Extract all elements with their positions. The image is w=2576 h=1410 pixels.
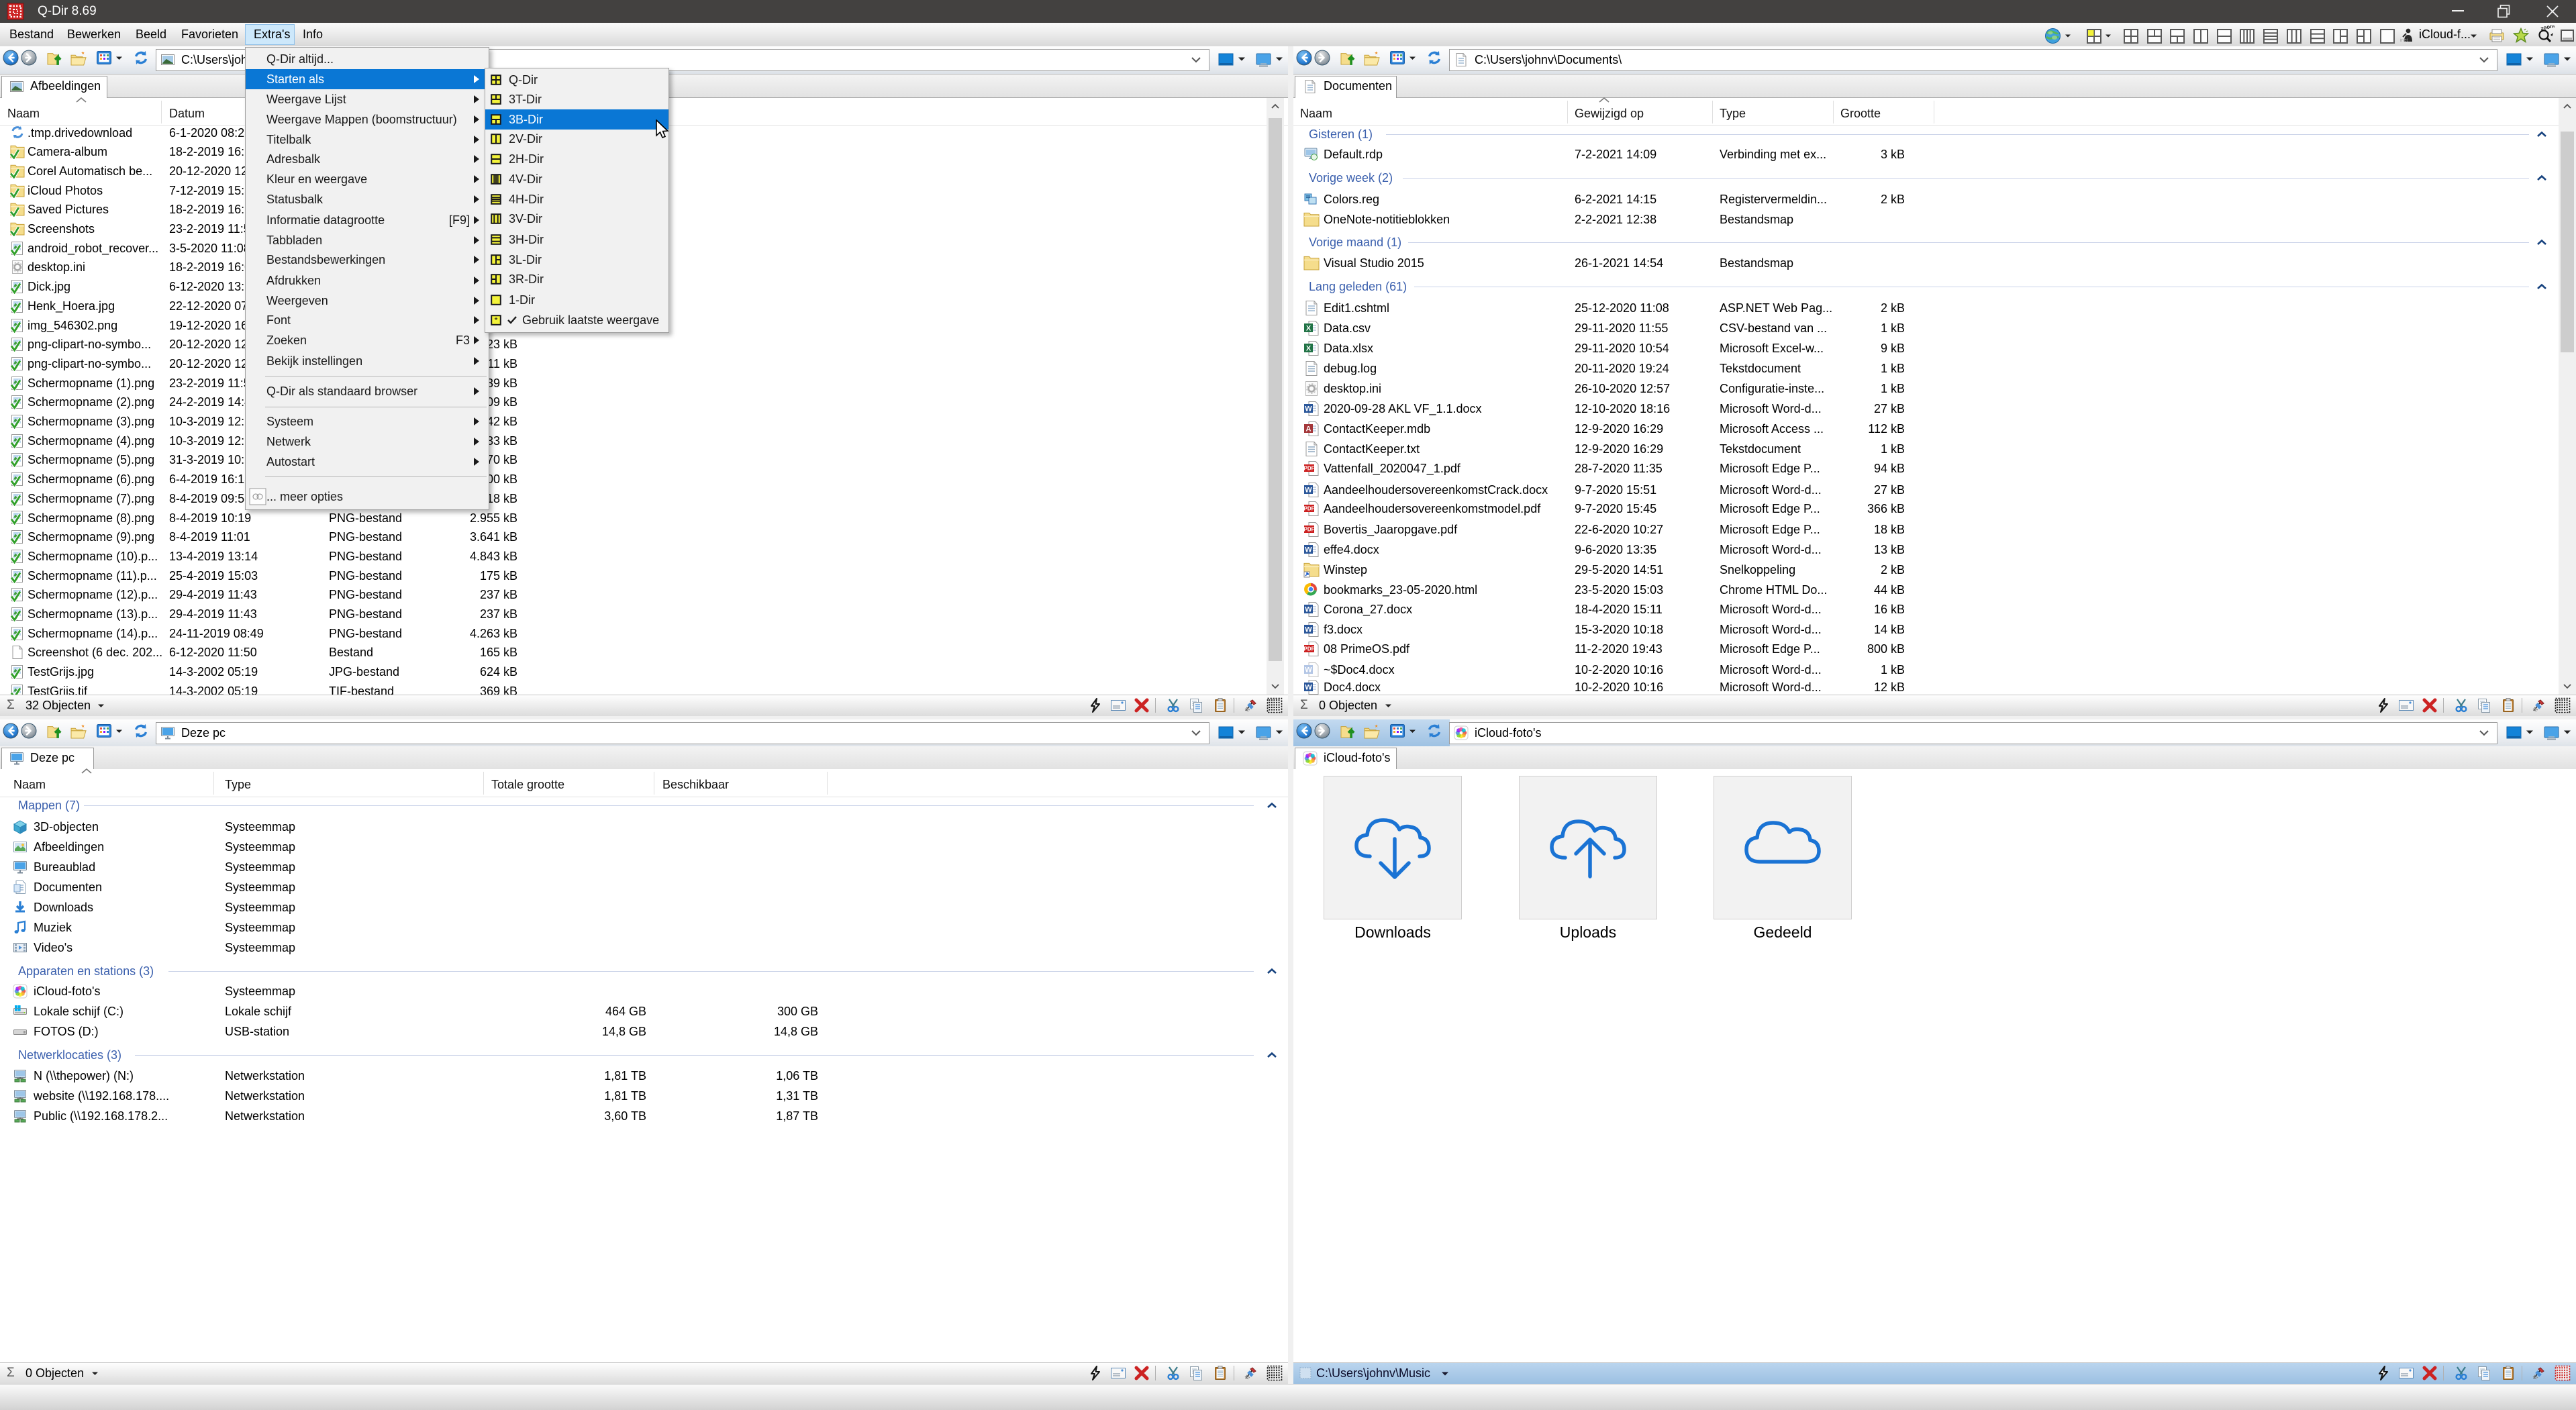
- svg-text:W: W: [1305, 405, 1312, 413]
- svg-text:PDF: PDF: [1304, 506, 1315, 512]
- svg-text:PDF: PDF: [1304, 646, 1315, 652]
- svg-text:W: W: [1305, 684, 1312, 692]
- svg-text:inet: inet: [2400, 38, 2408, 42]
- svg-text:X: X: [1306, 345, 1311, 353]
- svg-text:*: *: [494, 315, 497, 325]
- svg-text:W: W: [1305, 626, 1312, 634]
- svg-text:W: W: [1305, 487, 1312, 495]
- svg-text:W: W: [1305, 606, 1312, 614]
- svg-text:A: A: [1306, 425, 1311, 434]
- svg-text:X: X: [1306, 325, 1311, 333]
- svg-text:PDF: PDF: [1304, 527, 1315, 533]
- svg-text:PDF: PDF: [1304, 466, 1315, 472]
- svg-text:W: W: [1305, 666, 1312, 674]
- svg-text:W: W: [1305, 546, 1312, 554]
